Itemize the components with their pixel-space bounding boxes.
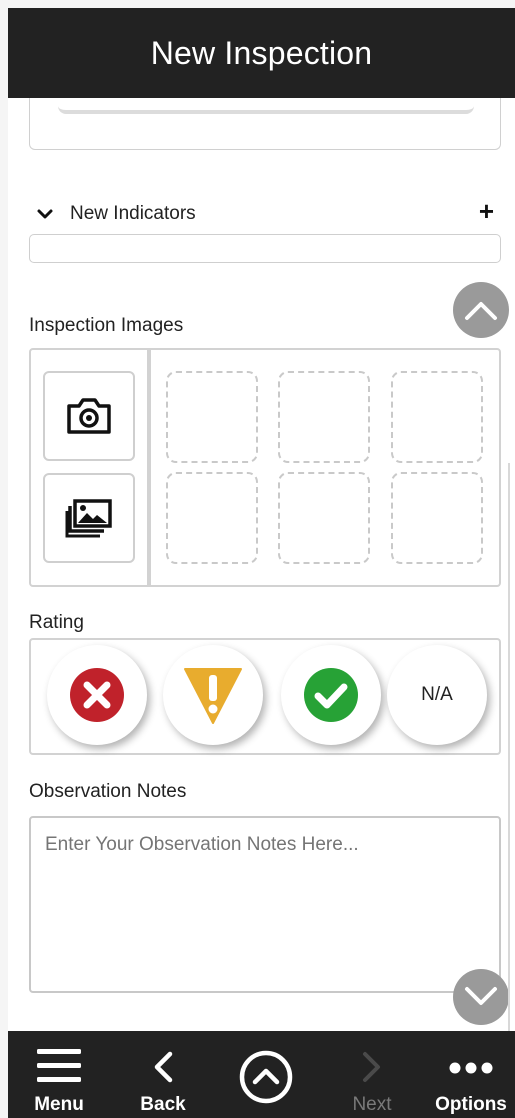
rating-warning-button[interactable] <box>163 645 263 745</box>
chevron-down-icon <box>465 987 497 1005</box>
chevron-right-icon <box>363 1052 380 1082</box>
nav-next-label: Next <box>352 1094 392 1115</box>
nav-back[interactable]: Back <box>136 1031 190 1118</box>
images-label: Inspection Images <box>29 315 184 336</box>
observation-notes-input[interactable] <box>29 816 501 993</box>
camera-button[interactable] <box>43 371 135 461</box>
rating-pass-button[interactable] <box>281 645 381 745</box>
previous-section-inner <box>58 98 474 114</box>
image-slot[interactable] <box>166 371 258 463</box>
image-slot[interactable] <box>391 371 483 463</box>
nav-options[interactable]: Options <box>435 1031 507 1118</box>
gallery-icon <box>65 499 112 538</box>
app-header: New Inspection <box>8 8 515 98</box>
rating-panel: N/A <box>29 638 501 755</box>
more-dots-icon <box>449 1062 493 1074</box>
nav-scroll-top[interactable] <box>236 1031 296 1118</box>
image-slot[interactable] <box>166 472 258 564</box>
notes-label: Observation Notes <box>29 781 187 802</box>
rating-label: Rating <box>29 612 84 633</box>
nav-next: Next <box>344 1031 400 1118</box>
image-slot[interactable] <box>391 472 483 564</box>
fail-x-icon <box>70 668 124 722</box>
indicators-label: New Indicators <box>70 203 196 224</box>
images-divider <box>147 350 151 585</box>
nav-menu[interactable]: Menu <box>34 1031 84 1118</box>
chevron-left-icon <box>154 1051 173 1083</box>
image-slot[interactable] <box>278 472 370 564</box>
indicators-field[interactable] <box>29 234 501 263</box>
plus-icon[interactable]: + <box>479 198 494 224</box>
chevron-up-icon <box>465 302 497 320</box>
rating-na-button[interactable]: N/A <box>387 645 487 745</box>
scroll-up-button[interactable] <box>453 282 509 338</box>
nav-menu-label: Menu <box>34 1094 84 1115</box>
scrollbar[interactable] <box>508 463 510 1033</box>
rating-na-label: N/A <box>421 684 453 705</box>
image-slot[interactable] <box>278 371 370 463</box>
pass-check-icon <box>304 668 358 722</box>
images-panel <box>29 348 501 587</box>
form-content[interactable]: New Indicators + Inspection Images Ratin… <box>8 98 515 1033</box>
previous-section-field[interactable] <box>29 98 501 150</box>
chevron-down-icon[interactable] <box>36 205 54 223</box>
indicators-header[interactable]: New Indicators + <box>36 198 498 226</box>
camera-icon <box>67 398 111 434</box>
rating-fail-button[interactable] <box>47 645 147 745</box>
scroll-down-button[interactable] <box>453 969 509 1025</box>
warning-icon <box>184 668 242 724</box>
nav-options-label: Options <box>435 1094 507 1115</box>
bottom-navigation: Menu Back Next Options <box>8 1031 515 1118</box>
nav-back-label: Back <box>140 1094 186 1115</box>
window-frame-left <box>0 0 8 1118</box>
circle-chevron-up-icon <box>239 1050 293 1104</box>
window-frame-top <box>0 0 515 8</box>
gallery-button[interactable] <box>43 473 135 563</box>
page-title: New Inspection <box>150 34 373 71</box>
hamburger-icon <box>37 1049 81 1082</box>
